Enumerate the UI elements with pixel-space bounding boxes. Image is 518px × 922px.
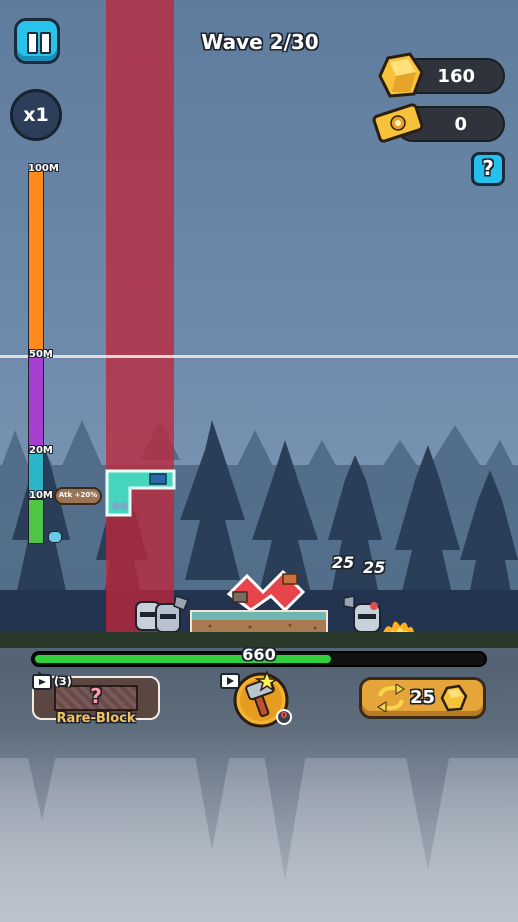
video-ad-icon bbox=[32, 671, 52, 690]
meter-label-50m: 50M bbox=[29, 349, 53, 360]
help-button[interactable]: ? bbox=[471, 152, 505, 186]
pause-button[interactable] bbox=[14, 18, 60, 64]
damage-number: 25 bbox=[363, 558, 386, 577]
game-scene: 100M 50M 20M 10M Atk +20% x1 Wave 2/30 1… bbox=[0, 0, 518, 922]
rare-block-title: Rare-Block bbox=[56, 711, 136, 726]
max-height-line bbox=[0, 355, 518, 358]
gold-gem-icon bbox=[378, 52, 424, 98]
drop-column-highlight bbox=[106, 0, 174, 636]
reroll-arrows-icon bbox=[377, 684, 405, 712]
buff-tag-text: Atk +20% bbox=[58, 491, 98, 499]
damage-number: 25 bbox=[332, 553, 355, 572]
rare-block-ad-count: (3) bbox=[54, 675, 72, 688]
wave-counter: Wave 2/30 bbox=[201, 30, 319, 54]
tower-base-block bbox=[190, 610, 328, 634]
knight-enemy-group-left bbox=[135, 595, 189, 633]
ticket-amount: 0 bbox=[454, 114, 467, 135]
reroll-cost: 25 bbox=[410, 687, 436, 708]
pause-icon bbox=[27, 32, 38, 54]
tower-hp-value: 660 bbox=[242, 645, 276, 664]
speed-toggle-button[interactable]: x1 bbox=[10, 89, 62, 141]
meter-segment-50m bbox=[28, 355, 44, 452]
meter-label-20m: 20M bbox=[29, 445, 53, 456]
meter-label-100m: 100M bbox=[28, 163, 59, 174]
red-zigzag-block[interactable] bbox=[225, 562, 307, 612]
hammer-count-badge: 0 bbox=[276, 709, 292, 725]
speed-label: x1 bbox=[23, 104, 49, 126]
gold-amount: 160 bbox=[437, 66, 475, 87]
meter-marker-icon bbox=[48, 531, 62, 543]
meter-segment-10m bbox=[28, 499, 44, 544]
hammer-count: 0 bbox=[280, 711, 288, 721]
pause-icon-bar bbox=[40, 32, 51, 54]
reroll-gold-gem-icon bbox=[440, 684, 468, 712]
falling-l-block[interactable] bbox=[104, 468, 176, 518]
meter-label-10m: 10M bbox=[29, 490, 53, 501]
meter-segment-100m bbox=[28, 170, 44, 355]
help-icon: ? bbox=[482, 156, 494, 180]
buff-tag: Atk +20% bbox=[54, 487, 102, 505]
ticket-icon bbox=[372, 103, 424, 143]
